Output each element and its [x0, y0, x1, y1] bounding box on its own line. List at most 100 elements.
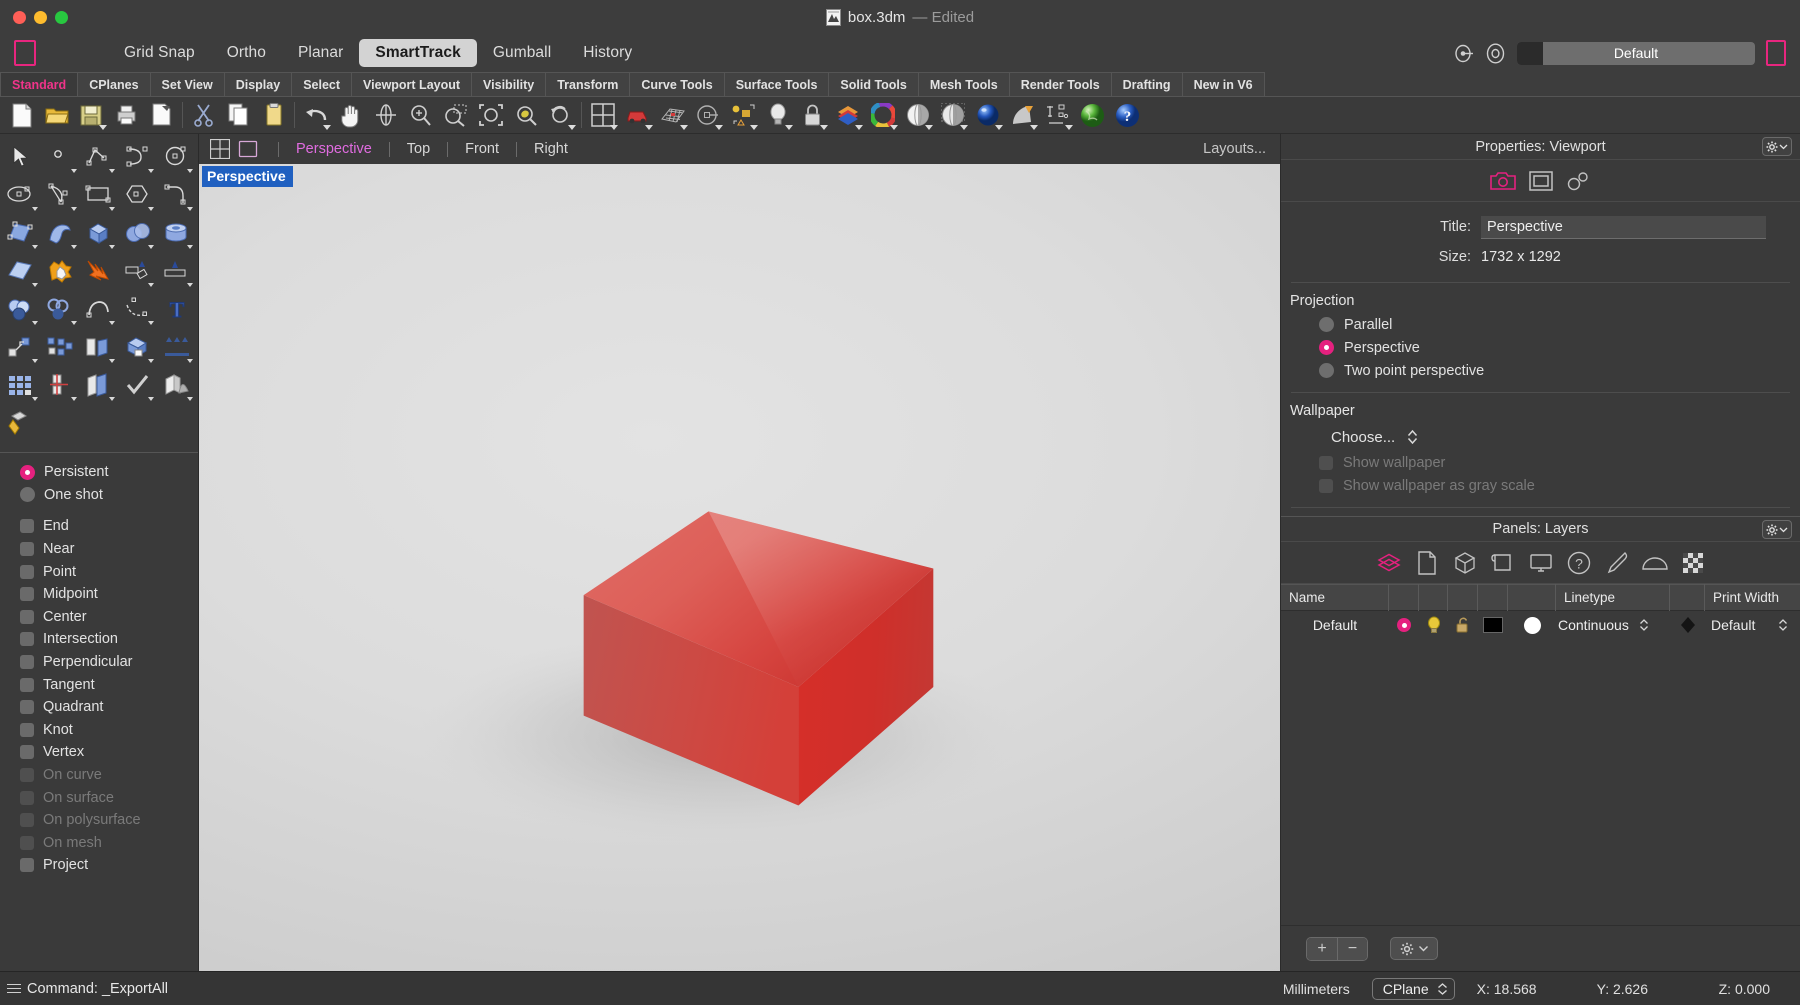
tab-display[interactable]: Display: [224, 72, 293, 96]
render-icon[interactable]: [1005, 99, 1040, 132]
paint-brush-icon[interactable]: [2, 404, 41, 442]
perspective-viewport[interactable]: Perspective: [199, 164, 1280, 971]
viewport-name-label[interactable]: Perspective: [202, 166, 293, 187]
render-globe-icon[interactable]: [1075, 99, 1110, 132]
mode-gumball[interactable]: Gumball: [477, 39, 567, 67]
radio-one-shot[interactable]: [20, 487, 35, 503]
tab-cplanes[interactable]: CPlanes: [78, 72, 151, 96]
boolean-union-icon[interactable]: [41, 252, 80, 290]
polyline-icon[interactable]: [80, 138, 119, 176]
mode-ortho[interactable]: Ortho: [211, 39, 282, 67]
layer-current-indicator[interactable]: [1389, 618, 1419, 632]
mode-history[interactable]: History: [567, 39, 648, 67]
wallpaper-chooser[interactable]: Choose...: [1281, 423, 1800, 451]
light-bulb-icon[interactable]: [760, 99, 795, 132]
display-monitor-icon[interactable]: [1528, 550, 1554, 576]
record-circle-icon[interactable]: [1485, 42, 1506, 64]
chevron-down-icon[interactable]: [323, 124, 331, 130]
environment-dome-icon[interactable]: [1641, 550, 1668, 576]
color-wheel-icon[interactable]: [865, 99, 900, 132]
text-icon[interactable]: T: [157, 290, 196, 328]
new-file-icon[interactable]: [4, 99, 39, 132]
offset-surface-icon[interactable]: [118, 252, 157, 290]
osnap-quadrant[interactable]: Quadrant: [20, 696, 198, 719]
arc-icon[interactable]: [41, 176, 80, 214]
chevron-down-icon[interactable]: [715, 124, 723, 130]
planar-surface-icon[interactable]: [2, 252, 41, 290]
move-icon[interactable]: [2, 328, 41, 366]
checkbox-knot[interactable]: [20, 722, 34, 737]
save-as-icon[interactable]: [144, 99, 179, 132]
checkbox-near[interactable]: [20, 542, 34, 557]
viewport-tab-front[interactable]: Front: [461, 141, 503, 157]
mirror-icon[interactable]: [80, 328, 119, 366]
fillet-curve-icon[interactable]: [157, 176, 196, 214]
radio-parallel[interactable]: [1319, 317, 1334, 332]
grid-icon[interactable]: [655, 99, 690, 132]
zoom-selected-icon[interactable]: [508, 99, 543, 132]
chevron-down-icon[interactable]: [925, 124, 933, 130]
layers-col-print-color[interactable]: [1670, 584, 1705, 611]
layers-col-name[interactable]: Name: [1281, 584, 1389, 611]
chevron-down-icon[interactable]: [995, 124, 1003, 130]
scale-box-icon[interactable]: [118, 328, 157, 366]
cplane-selector[interactable]: CPlane: [1371, 977, 1455, 1000]
print-icon[interactable]: [109, 99, 144, 132]
trim-icon[interactable]: [80, 366, 119, 404]
tab-visibility[interactable]: Visibility: [472, 72, 547, 96]
tab-viewport-layout[interactable]: Viewport Layout: [352, 72, 473, 96]
osnap-intersection[interactable]: Intersection: [20, 628, 198, 651]
tab-standard[interactable]: Standard: [0, 72, 79, 96]
projection-perspective-row[interactable]: Perspective: [1281, 336, 1800, 359]
checkbox-center[interactable]: [20, 609, 34, 624]
layer-print-width-select[interactable]: Default: [1705, 617, 1800, 633]
chevron-down-icon[interactable]: [680, 124, 688, 130]
layer-print-color-swatch[interactable]: [1670, 616, 1705, 634]
rhino-logo-right-icon[interactable]: [1766, 40, 1786, 66]
osnap-midpoint[interactable]: Midpoint: [20, 583, 198, 606]
layers-col-locked[interactable]: [1448, 584, 1478, 611]
shaded-view-icon[interactable]: [900, 99, 935, 132]
osnap-end[interactable]: End: [20, 515, 198, 538]
current-layer-selector[interactable]: Default: [1517, 41, 1755, 65]
boolean-difference-icon[interactable]: [2, 290, 41, 328]
layer-color-swatch[interactable]: [1508, 616, 1556, 634]
tab-render-tools[interactable]: Render Tools: [1009, 72, 1112, 96]
chevron-down-icon[interactable]: [645, 124, 653, 130]
named-view-icon[interactable]: [620, 99, 655, 132]
close-window-button[interactable]: [13, 10, 26, 24]
circle-icon[interactable]: [157, 138, 196, 176]
save-icon[interactable]: [74, 99, 109, 132]
tab-transform[interactable]: Transform: [546, 72, 631, 96]
pan-hand-icon[interactable]: [333, 99, 368, 132]
ghosted-view-icon[interactable]: [935, 99, 970, 132]
osnap-knot[interactable]: Knot: [20, 719, 198, 742]
osnap-mode-one-shot[interactable]: One shot: [20, 484, 198, 507]
viewport-tab-right[interactable]: Right: [530, 141, 572, 157]
chevron-down-icon[interactable]: [750, 124, 758, 130]
hamburger-icon[interactable]: [7, 983, 21, 994]
rendered-view-icon[interactable]: [970, 99, 1005, 132]
curve-icon[interactable]: [118, 138, 157, 176]
mode-grid-snap[interactable]: Grid Snap: [108, 39, 211, 67]
copy-icon[interactable]: [221, 99, 256, 132]
unlock-icon[interactable]: [1448, 616, 1478, 634]
osnap-project[interactable]: Project: [20, 854, 198, 877]
fillet-edge-icon[interactable]: [80, 290, 119, 328]
boolean-split-icon[interactable]: [41, 290, 80, 328]
chevron-updown-icon[interactable]: [1407, 429, 1418, 445]
cplane-icon[interactable]: [690, 99, 725, 132]
point-icon[interactable]: [41, 138, 80, 176]
extrude-straight-icon[interactable]: [157, 328, 196, 366]
properties-gear-dropdown-icon[interactable]: [1762, 137, 1792, 156]
command-line-text[interactable]: Command: _ExportAll: [27, 981, 168, 997]
mode-planar[interactable]: Planar: [282, 39, 359, 67]
layers-stack-icon[interactable]: [1376, 550, 1402, 576]
viewport-tab-perspective[interactable]: Perspective: [292, 141, 376, 157]
checkbox-quadrant[interactable]: [20, 700, 34, 715]
viewport-layout-icon[interactable]: [585, 99, 620, 132]
tab-solid-tools[interactable]: Solid Tools: [829, 72, 919, 96]
mode-smarttrack[interactable]: SmartTrack: [359, 39, 477, 67]
viewport-tab-top[interactable]: Top: [403, 141, 434, 157]
checkbox-project[interactable]: [20, 858, 34, 873]
